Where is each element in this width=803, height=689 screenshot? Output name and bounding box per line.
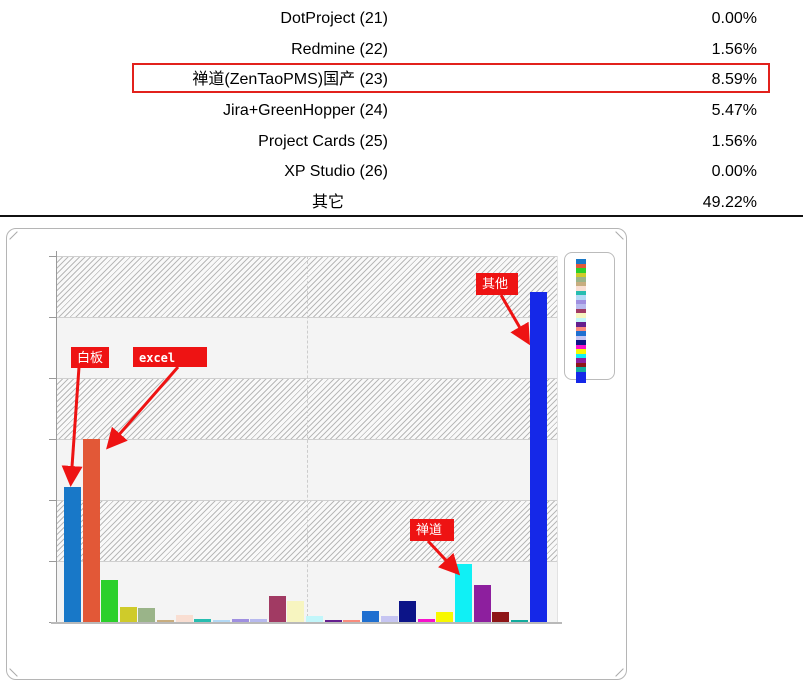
bar-15	[324, 620, 342, 622]
bar-5	[138, 608, 156, 622]
bar-16	[343, 620, 361, 622]
result-label: Redmine (22)	[291, 40, 388, 58]
bar-4	[119, 607, 137, 622]
result-row: 禅道(ZenTaoPMS)国产 (23) 8.59%	[0, 63, 803, 96]
section-divider	[0, 215, 803, 217]
axis-tick	[49, 256, 56, 257]
results-table: DotProject (21) 0.00% Redmine (22) 1.56% 禅道(…	[0, 4, 803, 219]
result-value: 1.56%	[711, 40, 757, 58]
bar-8	[194, 619, 212, 622]
axis-tick	[49, 378, 56, 379]
bar-24	[492, 612, 510, 622]
axis-tick	[49, 317, 56, 318]
result-row: Project Cards (25) 1.56%	[0, 127, 803, 158]
result-value: 5.47%	[711, 102, 757, 120]
legend-swatch-26	[576, 371, 586, 383]
result-row: DotProject (21) 0.00%	[0, 4, 803, 35]
bar-21	[436, 612, 454, 622]
bar-25	[510, 620, 528, 622]
panel-corner-mark	[614, 230, 625, 241]
result-row: XP Studio (26) 0.00%	[0, 157, 803, 188]
annotation-other-label: 其他	[476, 273, 518, 295]
bar-2	[82, 439, 100, 622]
bar-3	[101, 580, 119, 622]
bar-23	[473, 585, 491, 622]
result-value: 0.00%	[711, 163, 757, 181]
bar-6	[157, 620, 175, 622]
plot-area	[56, 256, 558, 623]
bar-14	[306, 616, 324, 622]
bar-10	[231, 619, 249, 622]
result-value: 8.59%	[711, 71, 757, 89]
result-value: 0.00%	[711, 10, 757, 27]
result-label: DotProject (21)	[280, 10, 388, 27]
bar-7	[175, 615, 193, 622]
bar-1	[64, 487, 81, 622]
panel-corner-mark	[8, 667, 19, 678]
y-axis	[56, 251, 57, 624]
annotation-excel-label: excel	[133, 347, 207, 367]
bar-12	[268, 596, 286, 622]
result-row: Jira+GreenHopper (24) 5.47%	[0, 96, 803, 127]
result-label: 禅道(ZenTaoPMS)国产 (23)	[192, 71, 388, 89]
result-row: Redmine (22) 1.56%	[0, 35, 803, 66]
axis-tick	[49, 500, 56, 501]
annotation-zentao-label: 禅道	[410, 519, 454, 541]
bar-9	[212, 620, 230, 622]
bar-26	[529, 292, 547, 622]
result-label: Jira+GreenHopper (24)	[223, 102, 388, 120]
result-label: Project Cards (25)	[258, 132, 388, 150]
chart-panel: 白板 excel 其他 禅道	[6, 228, 627, 680]
panel-corner-mark	[8, 230, 19, 241]
x-axis	[51, 622, 562, 624]
panel-corner-mark	[614, 667, 625, 678]
bar-19	[399, 601, 417, 622]
result-value: 1.56%	[711, 132, 757, 150]
legend	[564, 252, 615, 383]
axis-tick	[49, 439, 56, 440]
axis-tick	[49, 561, 56, 562]
result-label: XP Studio (26)	[284, 163, 388, 181]
bar-18	[380, 616, 398, 622]
bar-22	[455, 564, 473, 622]
center-dashed-gridline	[307, 256, 308, 622]
bar-17	[361, 611, 379, 622]
annotation-whiteboard-label: 白板	[71, 347, 109, 368]
bar-20	[417, 619, 435, 622]
bar-11	[250, 619, 268, 622]
bar-13	[287, 601, 305, 622]
